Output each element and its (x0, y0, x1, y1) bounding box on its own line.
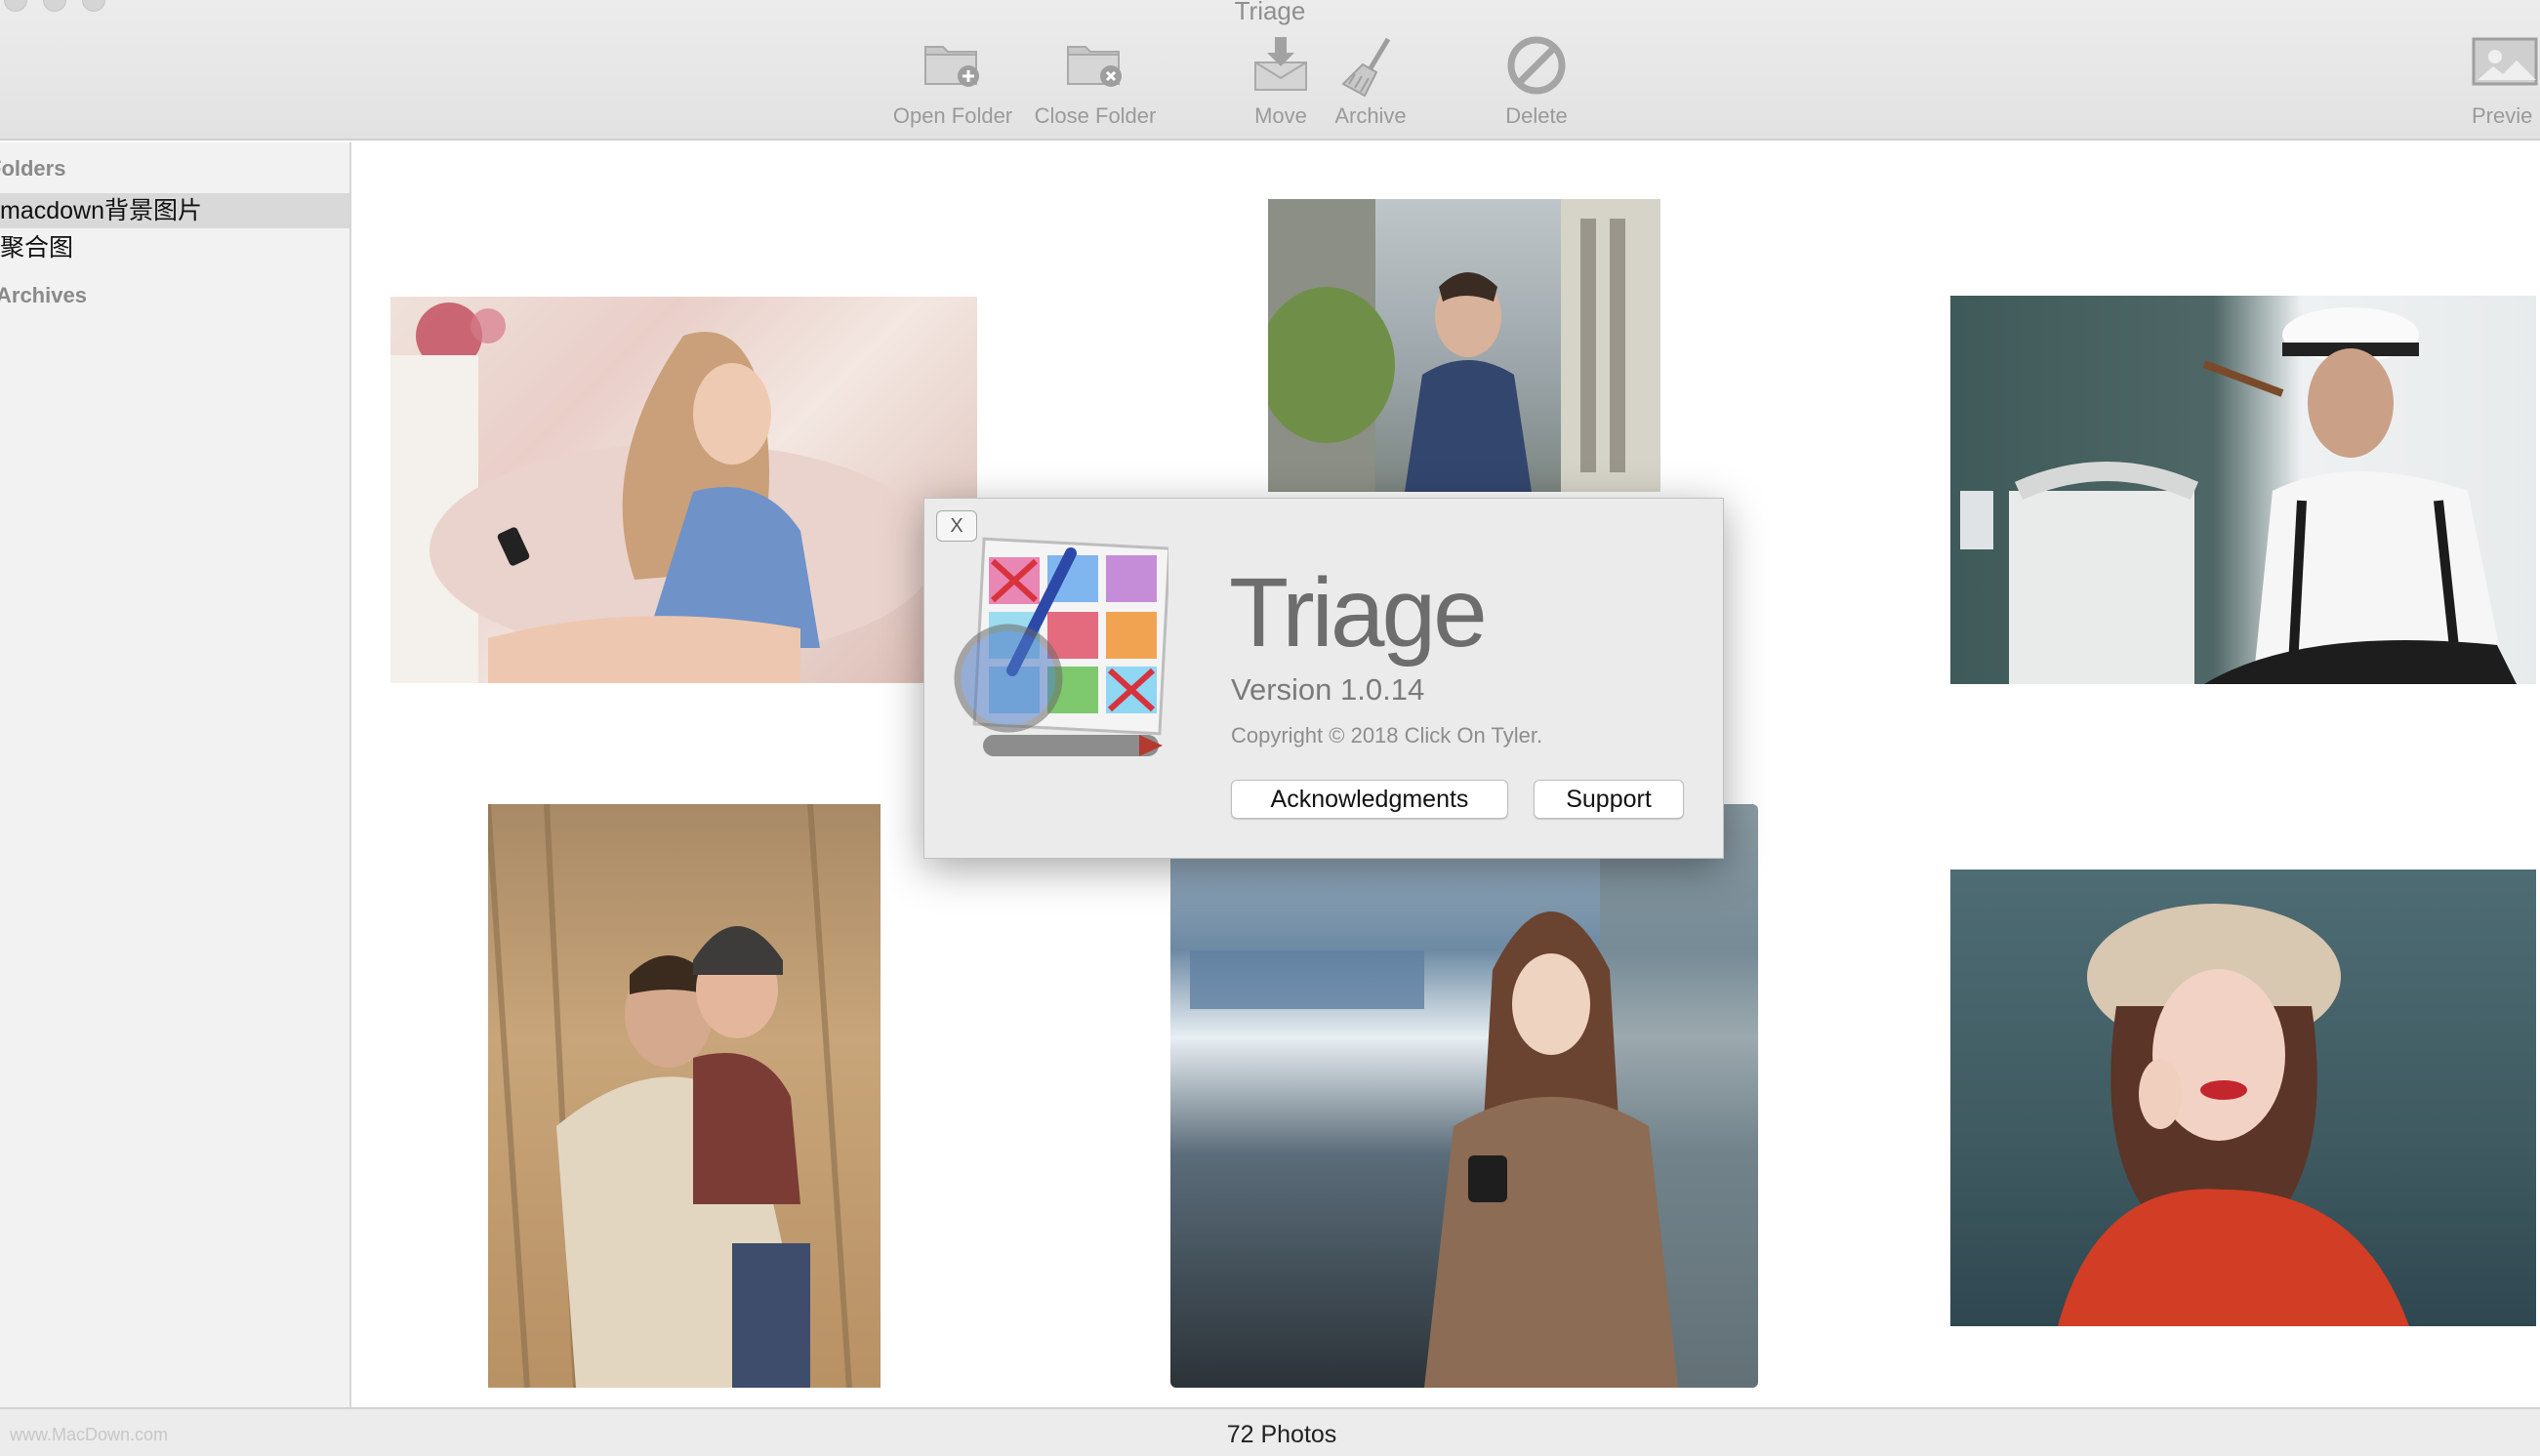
app-name: Triage (1229, 558, 1488, 667)
move-label: Move (1254, 103, 1307, 128)
close-folder-label: Close Folder (1034, 103, 1157, 128)
delete-label: Delete (1505, 103, 1568, 128)
preview-button[interactable]: Previe (2470, 35, 2540, 133)
support-button[interactable]: Support (1534, 780, 1684, 819)
status-bar: www.MacDown.com 72 Photos (0, 1407, 2540, 1456)
folders-header: Folders (0, 156, 66, 181)
open-folder-icon (922, 35, 984, 95)
close-folder-icon (1064, 35, 1127, 95)
toolbar: Triage Open Folder Close Folder Move Arc… (0, 0, 2540, 141)
archives-header: Archives (0, 283, 87, 307)
move-button[interactable]: Move (1232, 35, 1330, 133)
archive-icon (1339, 35, 1402, 102)
triage-app-icon (954, 534, 1171, 768)
sidebar-item-label: macdown背景图片 (0, 197, 202, 224)
app-window: Triage Open Folder Close Folder Move Arc… (0, 0, 2540, 1456)
preview-label: Previe (2472, 103, 2533, 128)
delete-icon (1506, 35, 1567, 101)
sidebar-item-macdown-folder[interactable]: macdown背景图片 (0, 193, 349, 228)
photo-thumbnail[interactable] (1268, 199, 1660, 492)
archive-button[interactable]: Archive (1322, 35, 1419, 133)
photo-thumbnail[interactable] (1170, 804, 1758, 1388)
window-title: Triage (1234, 0, 1306, 25)
open-folder-label: Open Folder (892, 103, 1013, 128)
photo-count: 72 Photos (1226, 1421, 1337, 1448)
photo-thumbnail[interactable] (1950, 870, 2536, 1326)
app-copyright: Copyright © 2018 Click On Tyler. (1231, 723, 1543, 748)
archive-label: Archive (1334, 103, 1407, 128)
photo-thumbnail[interactable] (488, 804, 881, 1388)
close-folder-button[interactable]: Close Folder (1027, 35, 1164, 133)
delete-button[interactable]: Delete (1488, 35, 1585, 133)
preview-icon (2470, 35, 2540, 95)
acknowledgments-button[interactable]: Acknowledgments (1231, 780, 1508, 819)
sidebar: Folders macdown背景图片 聚合图 Archives (0, 142, 351, 1407)
photo-thumbnail[interactable] (390, 297, 977, 683)
open-folder-button[interactable]: Open Folder (884, 35, 1021, 133)
about-dialog: X Triage Version 1.0.14 Copyright © 2018… (923, 498, 1724, 859)
sidebar-item-label: 聚合图 (0, 234, 74, 262)
move-icon (1250, 35, 1312, 99)
photo-thumbnail[interactable] (1950, 296, 2536, 684)
app-version: Version 1.0.14 (1231, 672, 1425, 707)
sidebar-item-juhetu-folder[interactable]: 聚合图 (0, 230, 349, 265)
